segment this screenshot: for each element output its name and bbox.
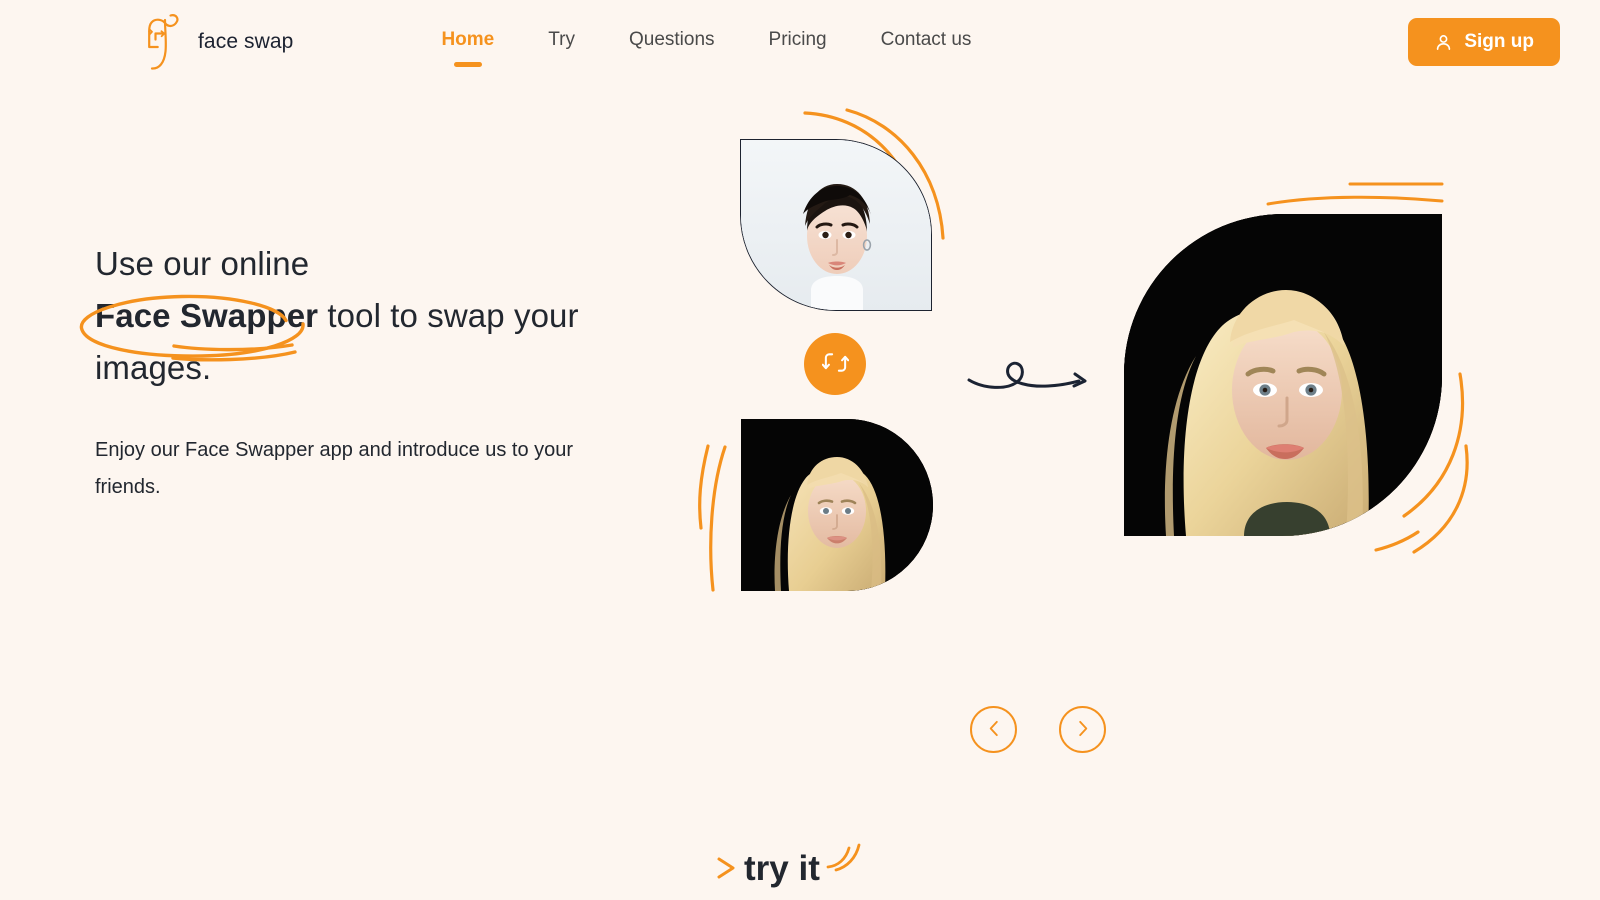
chevron-right-icon xyxy=(1076,720,1090,740)
nav-item-contact-us[interactable]: Contact us xyxy=(881,29,972,55)
portrait-a xyxy=(741,140,931,310)
nav-item-pricing[interactable]: Pricing xyxy=(769,29,827,55)
source-image-bottom[interactable] xyxy=(741,419,933,591)
chevron-right-accent-icon xyxy=(716,850,738,889)
brand-name: face swap xyxy=(198,30,294,53)
headline-line-3: images. xyxy=(95,349,212,386)
try-it-cta[interactable]: try it xyxy=(716,840,862,889)
try-it-label: try it xyxy=(744,849,820,888)
portrait-b xyxy=(741,419,933,591)
page-title: Use our online Face Swapper tool to swap… xyxy=(95,238,655,394)
face-swap-logo-icon xyxy=(140,11,186,73)
portrait-result xyxy=(1124,214,1442,536)
sign-up-label: Sign up xyxy=(1464,31,1534,52)
headline-line-2-rest: tool to swap your xyxy=(318,297,579,334)
nav-item-questions[interactable]: Questions xyxy=(629,29,715,55)
hero-copy: Use our online Face Swapper tool to swap… xyxy=(79,238,655,506)
carousel-next-button[interactable] xyxy=(1059,706,1106,753)
site-header: face swap Home Try Questions Pricing Con… xyxy=(0,0,1600,84)
swap-button[interactable] xyxy=(804,333,866,395)
user-icon xyxy=(1434,33,1453,52)
nav-item-try[interactable]: Try xyxy=(548,29,575,55)
brand-logo[interactable]: face swap xyxy=(140,11,293,73)
hero-subcopy: Enjoy our Face Swapper app and introduce… xyxy=(95,439,574,498)
carousel-controls xyxy=(970,706,1106,753)
main-nav: Home Try Questions Pricing Contact us xyxy=(441,29,971,55)
sign-up-button[interactable]: Sign up xyxy=(1408,18,1560,66)
curly-arrow-icon xyxy=(967,361,1087,389)
nav-item-home[interactable]: Home xyxy=(441,29,494,55)
decorative-arcs-icon xyxy=(826,840,862,877)
chevron-left-icon xyxy=(987,720,1001,740)
result-image[interactable] xyxy=(1124,214,1442,536)
carousel-prev-button[interactable] xyxy=(970,706,1017,753)
swap-arrows-icon xyxy=(821,349,849,379)
headline-highlight: Face Swapper xyxy=(95,297,319,334)
headline-line-1: Use our online xyxy=(95,245,310,282)
decorative-lines-icon xyxy=(1266,182,1444,206)
source-image-top[interactable] xyxy=(740,139,932,311)
